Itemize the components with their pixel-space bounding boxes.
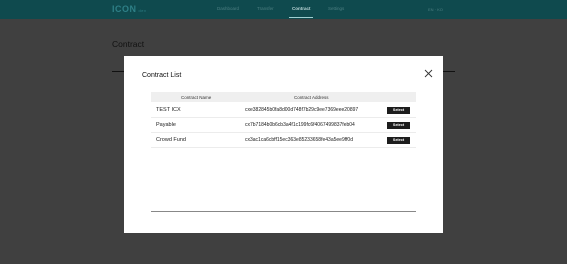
column-header-address: Contract Address: [294, 94, 329, 100]
contract-address: cx7b7184b0b6cb3a4f1c199fc6f4067499837feb…: [245, 122, 355, 128]
select-button[interactable]: Select: [387, 122, 410, 129]
modal-title: Contract List: [142, 72, 182, 79]
contract-address: cxe382845b0fa8d00d748f7b29c9ee7369eee208…: [245, 107, 359, 113]
contract-address: cx3ac1ca6cbff15ec363e85233658fe43a5ee9ff…: [245, 137, 353, 143]
contract-list-modal: Contract List Contract Name Contract Add…: [124, 56, 443, 233]
contract-name: Crowd Fund: [156, 137, 186, 143]
table-row: Crowd Fund cx3ac1ca6cbff15ec363e85233658…: [151, 134, 416, 148]
select-button[interactable]: Select: [387, 107, 410, 114]
table-header: Contract Name Contract Address: [151, 92, 416, 102]
table-row: TEST ICX cxe382845b0fa8d00d748f7b29c9ee7…: [151, 104, 416, 118]
column-header-name: Contract Name: [181, 94, 212, 100]
close-icon[interactable]: [424, 65, 433, 78]
contract-name: TEST ICX: [156, 107, 181, 113]
select-button[interactable]: Select: [387, 137, 410, 144]
table-row: Payable cx7b7184b0b6cb3a4f1c199fc6f40674…: [151, 119, 416, 133]
table-bottom-rule: [151, 211, 416, 212]
contract-name: Payable: [156, 122, 176, 128]
